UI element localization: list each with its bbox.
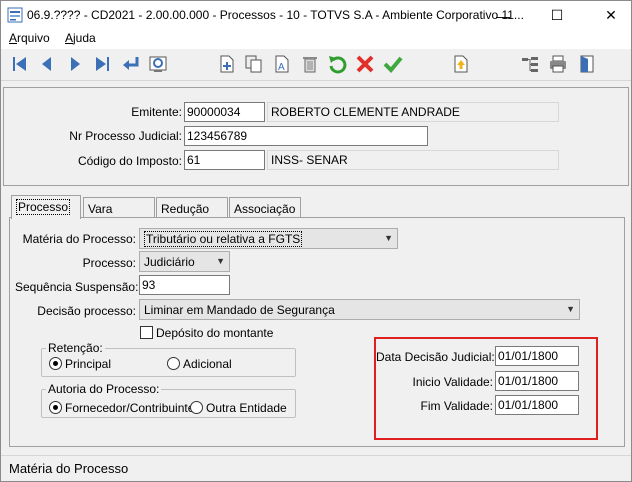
imposto-name-field: INSS- SENAR [267,150,559,170]
retencao-title: Retenção: [46,341,105,355]
data-decisao-field[interactable]: 01/01/1800 [495,346,579,366]
deposito-checkbox[interactable] [140,326,153,339]
decisao-select[interactable]: Liminar em Mandado de Segurança ▼ [139,299,580,320]
window-title: 06.9.???? - CD2021 - 2.00.00.000 - Proce… [27,8,524,22]
fim-validade-label: Fim Validade: [420,399,493,413]
sequencia-label: Sequência Suspensão: [15,280,139,294]
processo-select[interactable]: Judiciário ▼ [139,251,230,272]
menu-arquivo-mnemonic: A [9,31,18,45]
close-button[interactable]: ✕ [593,1,629,30]
copy-record-icon[interactable] [243,53,265,75]
chevron-down-icon: ▼ [384,233,393,243]
confirm-icon[interactable] [382,53,404,75]
materia-label: Matéria do Processo: [22,232,136,246]
chevron-down-icon: ▼ [216,256,225,266]
retencao-principal-radio[interactable] [49,357,62,370]
svg-text:A: A [278,62,285,73]
title-bar[interactable]: 06.9.???? - CD2021 - 2.00.00.000 - Proce… [1,1,631,30]
status-text: Matéria do Processo [9,461,129,476]
emitente-code-field[interactable]: 90000034 [184,102,265,122]
tab-associacao-label: Associação [234,202,296,216]
maximize-button[interactable]: ☐ [539,1,575,30]
cancel-icon[interactable] [354,53,376,75]
exit-icon[interactable] [576,53,598,75]
chevron-down-icon: ▼ [566,304,575,314]
emitente-name-field: ROBERTO CLEMENTE ANDRADE [267,102,559,122]
autoria-fornecedor-radio[interactable] [49,401,62,414]
codigo-imposto-field[interactable]: 61 [184,150,265,170]
tab-processo-label: Processo [16,199,71,215]
inicio-validade-field[interactable]: 01/01/1800 [495,371,579,391]
export-icon[interactable] [450,53,472,75]
search-record-icon[interactable] [147,53,169,75]
decisao-value: Liminar em Mandado de Segurança [144,303,335,317]
sequencia-field[interactable]: 93 [139,275,230,295]
tab-reducao[interactable]: Redução [156,197,228,219]
retencao-adicional-radio[interactable] [167,357,180,370]
undo-icon[interactable] [326,53,348,75]
minimize-button[interactable]: — [485,1,521,30]
processo-judicial-field[interactable]: 123456789 [184,126,428,146]
menu-ajuda[interactable]: Ajuda [65,31,96,45]
emitente-label: Emitente: [131,105,182,119]
autoria-fornecedor-label: Fornecedor/Contribuinte [65,401,195,415]
deposito-label: Depósito do montante [156,326,274,340]
menu-bar: Arquivo Ajuda [1,30,631,49]
menu-arquivo[interactable]: Arquivo [9,31,50,45]
retencao-adicional-label: Adicional [183,357,232,371]
menu-ajuda-rest: juda [73,31,96,45]
tree-icon[interactable] [519,53,541,75]
first-record-icon[interactable] [9,53,31,75]
print-icon[interactable] [547,53,569,75]
menu-arquivo-rest: rquivo [17,31,50,45]
tab-reducao-label: Redução [161,202,210,216]
inicio-validade-label: Inicio Validade: [412,375,494,389]
menu-ajuda-mnemonic: A [65,31,74,45]
toolbar: A [1,49,631,81]
data-decisao-label: Data Decisão Judicial: [376,350,495,364]
edit-record-icon[interactable]: A [271,53,293,75]
fim-validade-field[interactable]: 01/01/1800 [495,395,579,415]
materia-value: Tributário ou relativa a FGTS [144,231,303,247]
return-icon[interactable] [120,53,142,75]
status-bar: Matéria do Processo [1,455,631,481]
autoria-title: Autoria do Processo: [46,382,162,396]
next-record-icon[interactable] [64,53,86,75]
previous-record-icon[interactable] [36,53,58,75]
tab-vara[interactable]: Vara [83,197,155,219]
decisao-label: Decisão processo: [37,304,136,318]
tab-processo[interactable]: Processo [11,195,81,219]
app-icon [7,7,23,23]
new-record-icon[interactable] [216,53,238,75]
codigo-imposto-label: Código do Imposto: [77,154,182,168]
processo-value: Judiciário [144,255,195,269]
processo-judicial-label: Nr Processo Judicial: [69,129,182,143]
materia-select[interactable]: Tributário ou relativa a FGTS ▼ [139,228,398,249]
tab-vara-label: Vara [88,202,113,216]
autoria-outra-label: Outra Entidade [206,401,287,415]
retencao-principal-label: Principal [65,357,112,371]
processo-label: Processo: [82,256,136,270]
application-window: 06.9.???? - CD2021 - 2.00.00.000 - Proce… [0,0,632,482]
autoria-outra-radio[interactable] [190,401,203,414]
tab-associacao[interactable]: Associação [229,197,301,219]
delete-record-icon[interactable] [299,53,321,75]
last-record-icon[interactable] [91,53,113,75]
